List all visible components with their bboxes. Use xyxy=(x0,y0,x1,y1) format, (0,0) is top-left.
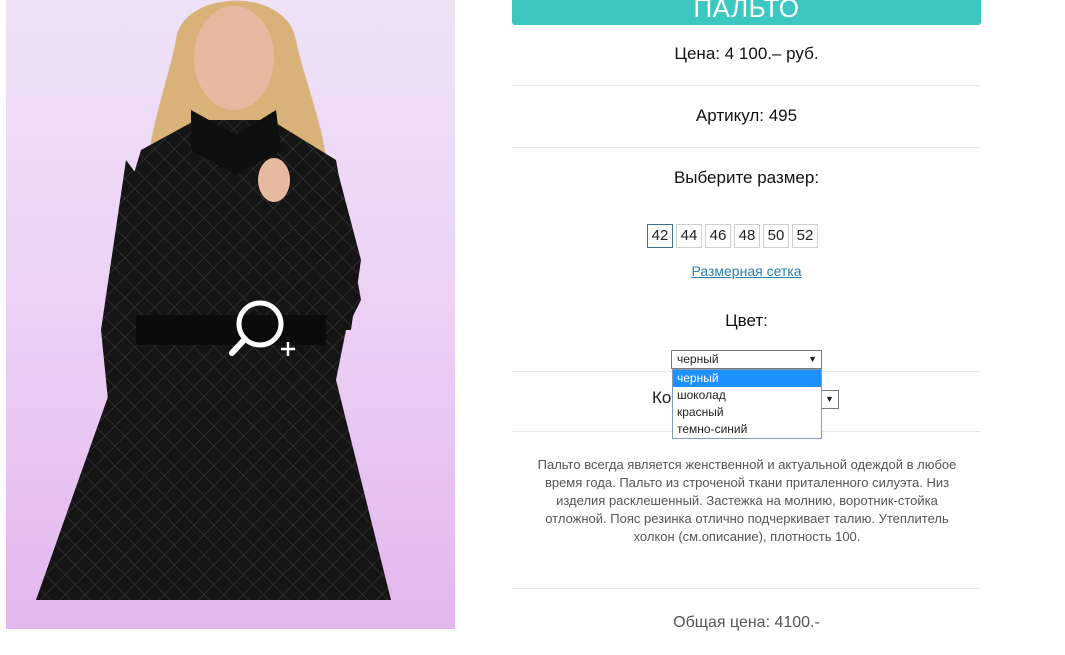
product-title: ПАЛЬТО xyxy=(693,0,800,23)
size-option-50[interactable]: 50 xyxy=(763,224,789,248)
color-option-chocolate[interactable]: шоколад xyxy=(673,387,821,404)
size-option-48[interactable]: 48 xyxy=(734,224,760,248)
size-option-42[interactable]: 42 xyxy=(647,224,673,248)
article-label: Артикул: 495 xyxy=(695,106,798,125)
zoom-in-icon[interactable] xyxy=(226,298,306,362)
price-label: Цена: 4 100.– руб. xyxy=(674,44,819,63)
divider xyxy=(512,588,981,589)
total-price: Общая цена: 4100.- xyxy=(673,614,820,631)
size-option-44[interactable]: 44 xyxy=(676,224,702,248)
size-option-52[interactable]: 52 xyxy=(792,224,818,248)
size-chart-link[interactable]: Размерная сетка xyxy=(512,263,981,279)
color-dropdown-list: черный шоколад красный темно-синий xyxy=(672,369,822,439)
divider xyxy=(512,85,981,86)
divider xyxy=(512,147,981,148)
product-image[interactable] xyxy=(6,0,455,629)
quantity-label: Ко xyxy=(652,388,672,407)
color-option-red[interactable]: красный xyxy=(673,404,821,421)
product-title-bar: ПАЛЬТО xyxy=(512,0,981,25)
choose-size-label: Выберите размер: xyxy=(673,168,820,187)
size-option-46[interactable]: 46 xyxy=(705,224,731,248)
color-option-black[interactable]: черный xyxy=(673,370,821,387)
quantity-select[interactable]: ▼ xyxy=(820,390,839,409)
product-description: Пальто всегда является женственной и акт… xyxy=(537,457,957,544)
color-option-navy[interactable]: темно-синий xyxy=(673,421,821,438)
chevron-down-icon: ▼ xyxy=(825,394,834,404)
color-select-value: черный xyxy=(677,352,719,366)
color-label: Цвет: xyxy=(725,311,768,330)
size-selector: 42 44 46 48 50 52 xyxy=(647,224,818,248)
chevron-down-icon: ▼ xyxy=(808,354,817,364)
color-select[interactable]: черный ▼ xyxy=(671,350,822,369)
